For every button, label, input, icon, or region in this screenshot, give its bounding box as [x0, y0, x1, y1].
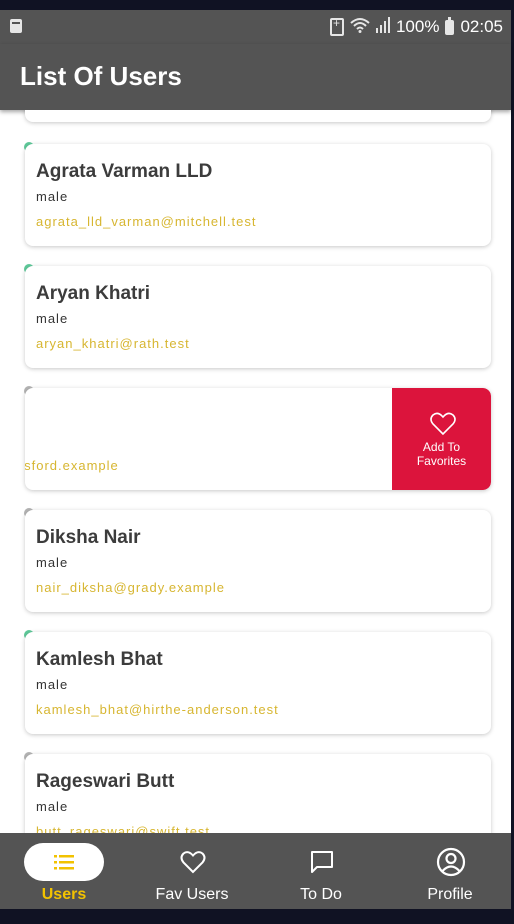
battery-icon — [445, 16, 455, 35]
status-icons: 100% 02:05 — [329, 16, 503, 38]
user-gender: male — [36, 555, 69, 570]
app-screen: 100% 02:05 List Of Users Agrata Varman L… — [0, 0, 514, 924]
user-gender: male — [36, 677, 69, 692]
heart-icon — [180, 851, 206, 874]
nav-users[interactable]: Users — [0, 833, 128, 909]
signal-icon — [375, 16, 390, 38]
user-email: agrata_lld_varman@mitchell.test — [36, 214, 257, 229]
clock: 02:05 — [460, 17, 503, 36]
add-to-favorites-line2: Favorites — [416, 454, 467, 468]
app-bar: List Of Users — [0, 44, 511, 110]
battery-percent: 100% — [395, 17, 440, 36]
user-email: aryan_khatri@rath.test — [36, 336, 190, 351]
user-card[interactable]: Kamlesh Bhat male kamlesh_bhat@hirthe-an… — [25, 632, 491, 734]
user-card[interactable]: Aryan Khatri male aryan_khatri@rath.test — [25, 266, 491, 368]
swiped-card-content[interactable]: ngar ta@botsford.example — [25, 388, 385, 490]
user-name: Aryan Khatri — [36, 283, 151, 304]
list-icon — [54, 855, 74, 870]
nav-fav-users-label: Fav Users — [155, 886, 229, 903]
user-gender: male — [36, 189, 69, 204]
page-title: List Of Users — [20, 61, 182, 91]
user-card-partial[interactable] — [25, 110, 491, 122]
add-to-favorites-label: Add To Favorites — [392, 440, 491, 468]
heart-icon — [430, 412, 456, 436]
wifi-icon — [350, 17, 370, 38]
user-card[interactable]: Diksha Nair male nair_diksha@grady.examp… — [25, 510, 491, 612]
user-email: nair_diksha@grady.example — [36, 580, 225, 595]
nav-fav-users[interactable]: Fav Users — [128, 833, 256, 909]
user-gender: male — [36, 799, 69, 814]
add-to-favorites-button[interactable]: Add To Favorites — [392, 388, 491, 490]
user-email: ta@botsford.example — [25, 458, 119, 473]
user-email: butt_rageswari@swift.test — [36, 824, 211, 833]
user-email: kamlesh_bhat@hirthe-anderson.test — [36, 702, 279, 717]
user-card-swiped[interactable]: ngar ta@botsford.example Add To Favorite… — [25, 388, 491, 490]
bottom-navigation: Users Fav Users To Do Profile — [0, 833, 511, 909]
user-gender: male — [36, 311, 69, 326]
status-bar: 100% 02:05 — [0, 10, 511, 44]
user-card[interactable]: Rageswari Butt male butt_rageswari@swift… — [25, 754, 491, 833]
battery-saver-icon — [329, 16, 344, 36]
user-name: Rageswari Butt — [36, 771, 175, 792]
user-card[interactable]: Agrata Varman LLD male agrata_lld_varman… — [25, 144, 491, 246]
user-name: Diksha Nair — [36, 527, 141, 548]
nav-todo[interactable]: To Do — [257, 833, 385, 909]
user-list[interactable]: Agrata Varman LLD male agrata_lld_varman… — [0, 110, 511, 833]
user-name: Agrata Varman LLD — [36, 161, 213, 182]
nav-profile-label: Profile — [427, 886, 473, 903]
device-top-edge — [0, 0, 514, 10]
nav-todo-label: To Do — [300, 886, 342, 903]
user-name: Kamlesh Bhat — [36, 649, 163, 670]
device-bottom-edge — [0, 909, 514, 924]
sim-card-icon — [10, 19, 22, 33]
nav-users-label: Users — [41, 886, 87, 903]
add-to-favorites-line1: Add To — [422, 440, 461, 454]
nav-profile[interactable]: Profile — [386, 833, 514, 909]
profile-icon — [436, 847, 466, 877]
chat-bubble-icon — [311, 851, 333, 873]
